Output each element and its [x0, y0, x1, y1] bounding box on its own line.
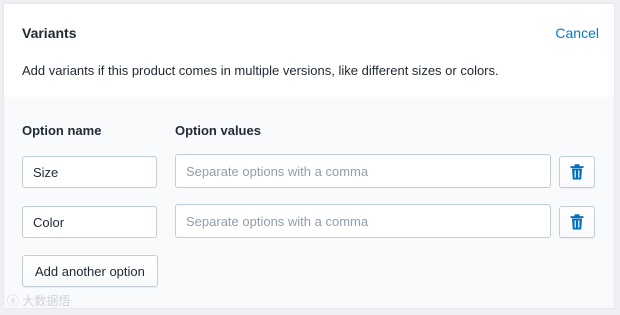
card-description: Add variants if this product comes in mu…	[22, 63, 499, 78]
add-another-option-button[interactable]: Add another option	[22, 255, 158, 287]
variants-card: Variants Cancel Add variants if this pro…	[3, 3, 615, 309]
option-name-column-label: Option name	[22, 123, 102, 138]
option-values-column-label: Option values	[175, 123, 261, 138]
trash-icon	[570, 164, 584, 180]
option-values-input[interactable]	[175, 204, 551, 238]
option-name-input[interactable]	[22, 156, 157, 188]
watermark: ⓔ 大数据悟	[7, 294, 71, 308]
trash-icon	[570, 214, 584, 230]
delete-option-button[interactable]	[559, 206, 595, 238]
options-section: Option name Option values Size Separate …	[4, 97, 614, 308]
option-name-input[interactable]	[22, 206, 157, 238]
card-header: Variants Cancel Add variants if this pro…	[4, 4, 614, 97]
cancel-link[interactable]: Cancel	[555, 25, 599, 41]
option-values-input[interactable]	[175, 154, 551, 188]
delete-option-button[interactable]	[559, 156, 595, 188]
card-title: Variants	[22, 25, 77, 41]
